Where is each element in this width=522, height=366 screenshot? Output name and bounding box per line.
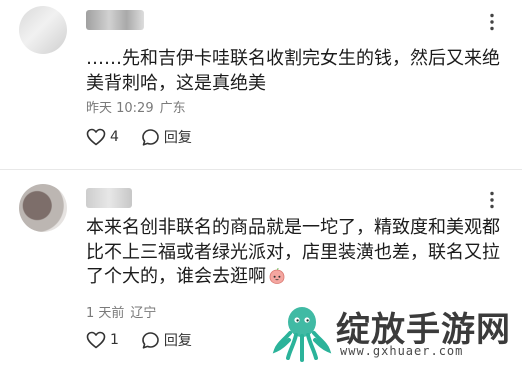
username-blurred[interactable] [86, 188, 132, 208]
timestamp: 1 天前 [86, 306, 125, 321]
location: 广东 [159, 101, 186, 116]
comment-meta: 1 天前 辽宁 [86, 302, 156, 321]
username-blurred[interactable] [86, 10, 144, 30]
heart-icon [86, 331, 106, 349]
reply-button[interactable]: 回复 [141, 330, 192, 350]
comment-text: 本来名创非联名的商品就是一坨了，精致度和美观都比不上三福或者绿光派对，店里装潢也… [86, 217, 500, 287]
more-options-icon[interactable] [482, 12, 502, 32]
comment-actions: 4 回复 [86, 126, 192, 148]
like-button[interactable]: 4 [86, 128, 119, 146]
comment-bubble-icon [142, 128, 159, 146]
peach-face-emoji-icon [268, 267, 286, 285]
location: 辽宁 [130, 306, 157, 321]
like-button[interactable]: 1 [86, 331, 119, 349]
more-options-icon[interactable] [482, 190, 502, 210]
reply-button[interactable]: 回复 [141, 127, 192, 147]
avatar[interactable] [19, 6, 67, 54]
reply-label: 回复 [163, 333, 192, 349]
watermark-url: www.gxhuaer.com [340, 344, 464, 358]
like-count: 4 [110, 129, 119, 145]
reply-label: 回复 [163, 130, 192, 146]
comment-actions: 1 回复 [86, 329, 192, 351]
comment-meta: 昨天 10:29 广东 [86, 97, 186, 116]
comment-text: ……先和吉伊卡哇联名收割完女生的钱，然后又来绝美背刺哈，这是真绝美 [86, 48, 500, 94]
comment-bubble-icon [142, 331, 159, 349]
octopus-logo-icon [272, 300, 332, 362]
site-watermark: 绽放手游网 www.gxhuaer.com [270, 300, 520, 362]
avatar[interactable] [19, 184, 67, 232]
comment-1: ……先和吉伊卡哇联名收割完女生的钱，然后又来绝美背刺哈，这是真绝美 昨天 10:… [0, 0, 522, 170]
heart-icon [86, 128, 106, 146]
timestamp: 昨天 10:29 [86, 101, 154, 116]
like-count: 1 [110, 332, 119, 348]
